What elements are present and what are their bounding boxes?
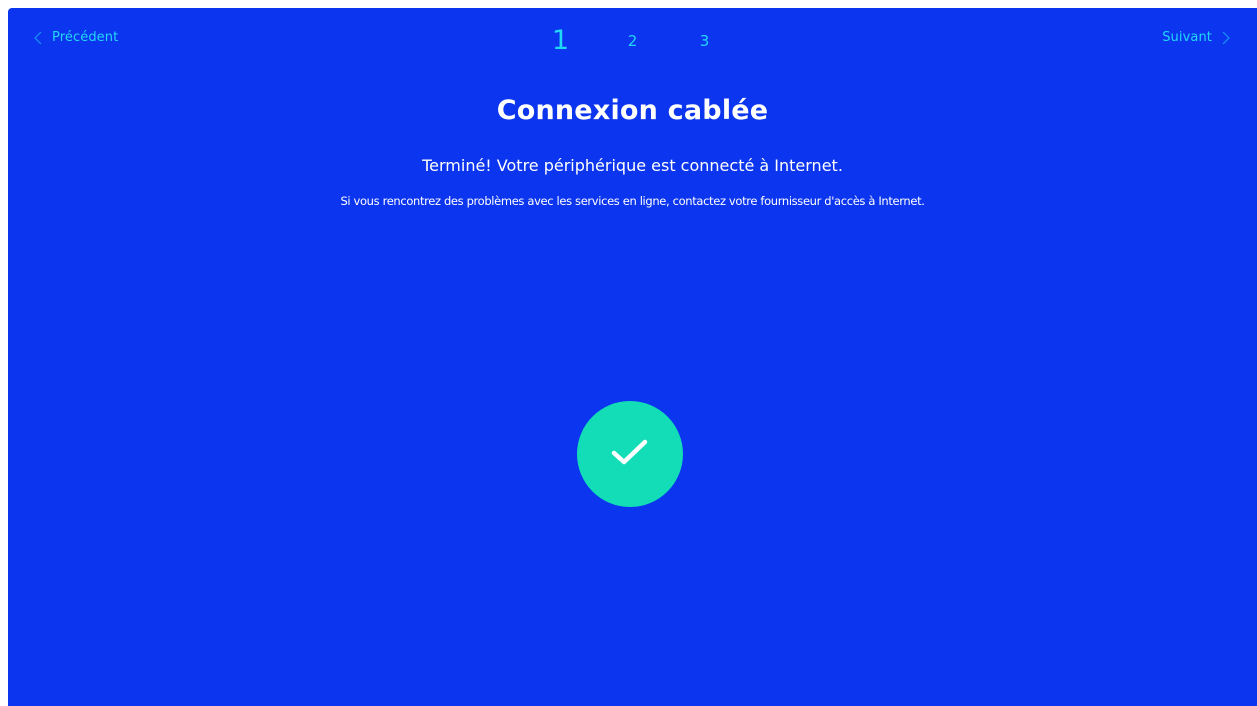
top-navigation-bar: Précédent 1 2 3 Suivant bbox=[8, 8, 1257, 72]
step-indicator: 1 2 3 bbox=[8, 26, 1257, 56]
next-label: Suivant bbox=[1162, 30, 1212, 45]
chevron-right-icon bbox=[1222, 31, 1230, 45]
step-2[interactable]: 2 bbox=[597, 26, 669, 56]
help-message: Si vous rencontrez des problèmes avec le… bbox=[340, 194, 925, 208]
success-indicator bbox=[577, 401, 683, 507]
step-3[interactable]: 3 bbox=[669, 26, 741, 56]
step-1[interactable]: 1 bbox=[525, 26, 597, 56]
next-button[interactable]: Suivant bbox=[1162, 30, 1230, 45]
checkmark-icon bbox=[610, 437, 650, 471]
setup-screen: Précédent 1 2 3 Suivant Connexion cablée… bbox=[8, 8, 1257, 706]
page-title: Connexion cablée bbox=[496, 95, 769, 126]
status-message: Terminé! Votre périphérique est connecté… bbox=[422, 156, 843, 175]
